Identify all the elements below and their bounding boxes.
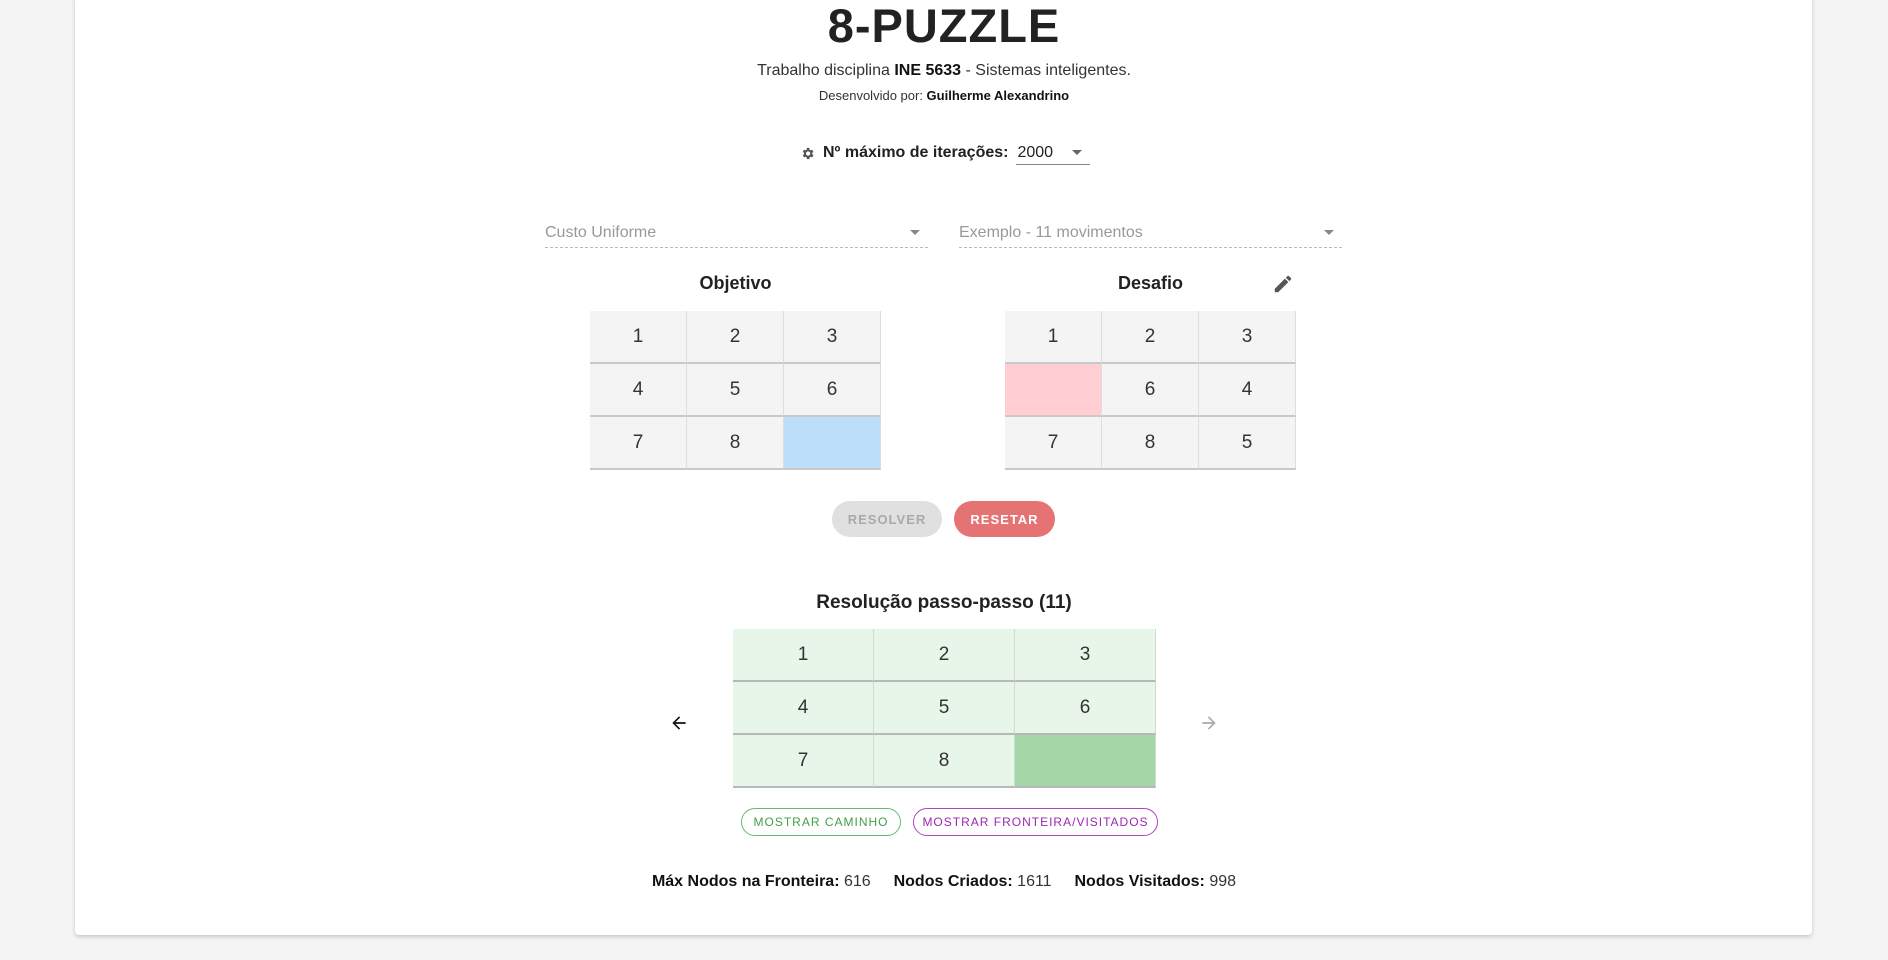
criados-label: Nodos Criados: [893, 873, 1013, 890]
example-select[interactable]: Exemplo - 11 movimentos [959, 218, 1342, 248]
algorithm-select-value: Custo Uniforme [545, 223, 657, 241]
goal-board: 1 2 3 4 5 6 7 8 [590, 311, 881, 470]
goal-tile: 2 [687, 311, 784, 364]
step-blank-tile [1015, 735, 1156, 788]
challenge-board: 1 2 3 6 4 7 8 5 [1005, 311, 1296, 470]
subtitle: Trabalho disciplina INE 5633 - Sistemas … [0, 62, 1888, 80]
step-tile: 5 [874, 682, 1015, 735]
chevron-down-icon [1072, 150, 1083, 155]
iterations-value: 2000 [1017, 143, 1054, 161]
subtitle-prefix: Trabalho disciplina [757, 62, 895, 79]
developer-credit: Desenvolvido por: Guilherme Alexandrino [0, 88, 1888, 103]
visitados-label: Nodos Visitados: [1074, 873, 1205, 890]
challenge-blank-tile[interactable] [1005, 364, 1102, 417]
course-code: INE 5633 [894, 62, 962, 79]
step-tile: 7 [733, 735, 874, 788]
challenge-tile[interactable]: 3 [1199, 311, 1296, 364]
challenge-tile[interactable]: 8 [1102, 417, 1199, 470]
visitados-value: 998 [1209, 873, 1237, 890]
goal-blank-tile [784, 417, 881, 470]
arrow-right-icon[interactable] [1194, 708, 1224, 738]
resetar-button[interactable]: RESETAR [954, 501, 1055, 537]
pencil-icon[interactable] [1272, 273, 1294, 295]
resolver-button[interactable]: RESOLVER [832, 501, 942, 537]
goal-tile: 5 [687, 364, 784, 417]
chevron-down-icon [1324, 230, 1334, 235]
max-fronteira-label: Máx Nodos na Fronteira: [651, 873, 840, 890]
steps-title: Resolução passo-passo (11) [816, 592, 1072, 613]
iterations-select[interactable]: 2000 [1016, 141, 1091, 165]
algorithm-select[interactable]: Custo Uniforme [545, 218, 928, 248]
step-tile: 3 [1015, 629, 1156, 682]
step-tile: 2 [874, 629, 1015, 682]
challenge-tile[interactable]: 1 [1005, 311, 1102, 364]
iterations-row: Nº máximo de iterações: 2000 [800, 140, 1091, 166]
example-select-value: Exemplo - 11 movimentos [959, 223, 1143, 241]
mostrar-caminho-button[interactable]: MOSTRAR CAMINHO [741, 808, 901, 836]
goal-tile: 1 [590, 311, 687, 364]
page-title: 8-PUZZLE [827, 0, 1061, 52]
goal-tile: 4 [590, 364, 687, 417]
chevron-down-icon [910, 230, 920, 235]
step-tile: 6 [1015, 682, 1156, 735]
arrow-left-icon[interactable] [664, 708, 694, 738]
challenge-tile[interactable]: 4 [1199, 364, 1296, 417]
challenge-tile[interactable]: 6 [1102, 364, 1199, 417]
goal-tile: 8 [687, 417, 784, 470]
goal-tile: 7 [590, 417, 687, 470]
max-fronteira-value: 616 [843, 873, 871, 890]
goal-title: Objetivo [699, 273, 772, 293]
dev-name: Guilherme Alexandrino [926, 88, 1070, 103]
goal-tile: 3 [784, 311, 881, 364]
gear-icon [802, 147, 814, 159]
subtitle-suffix: - Sistemas inteligentes. [961, 62, 1131, 79]
criados-value: 1611 [1017, 873, 1052, 890]
step-tile: 8 [874, 735, 1015, 788]
challenge-tile[interactable]: 7 [1005, 417, 1102, 470]
step-tile: 1 [733, 629, 874, 682]
stats-bar: Máx Nodos na Fronteira: 616 Nodos Criado… [0, 873, 1888, 891]
step-board: 1 2 3 4 5 6 7 8 [733, 629, 1156, 788]
step-tile: 4 [733, 682, 874, 735]
dev-prefix: Desenvolvido por: [818, 88, 927, 103]
mostrar-fronteira-button[interactable]: MOSTRAR FRONTEIRA/VISITADOS [913, 808, 1158, 836]
challenge-tile[interactable]: 2 [1102, 311, 1199, 364]
challenge-tile[interactable]: 5 [1199, 417, 1296, 470]
goal-tile: 6 [784, 364, 881, 417]
challenge-title: Desafio [1117, 273, 1184, 293]
iterations-label: Nº máximo de iterações: [823, 144, 1009, 161]
